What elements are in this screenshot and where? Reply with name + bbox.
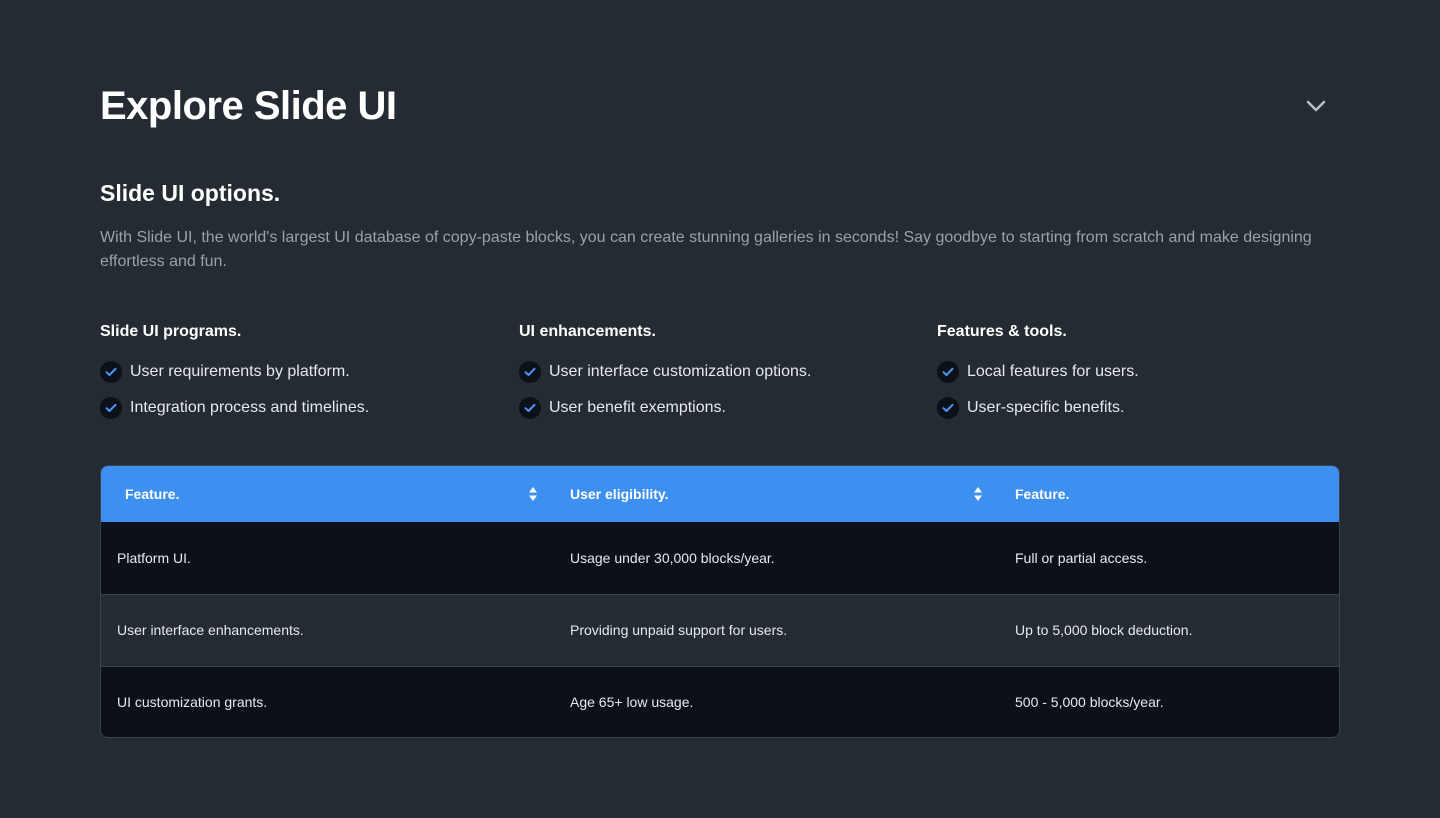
list-item: User interface customization options. — [519, 360, 919, 384]
column-header-label: User eligibility. — [570, 486, 669, 502]
page-title: Explore Slide UI — [100, 84, 397, 128]
table-row: UI customization grants. Age 65+ low usa… — [101, 665, 1339, 737]
table-body: Platform UI. Usage under 30,000 blocks/y… — [101, 522, 1339, 737]
column-header-user-eligibility[interactable]: User eligibility. — [554, 466, 999, 522]
list-item-label: User benefit exemptions. — [549, 399, 726, 416]
comparison-table: Feature. User eligibility. Feature. Plat — [100, 465, 1340, 738]
column-heading: Slide UI programs. — [100, 323, 242, 340]
list-item: Integration process and timelines. — [100, 396, 500, 420]
feature-columns: Slide UI programs. User requirements by … — [100, 320, 1340, 430]
table-header-row: Feature. User eligibility. Feature. — [101, 466, 1339, 522]
section-title: Slide UI options. — [100, 180, 281, 206]
column-header-feature-2[interactable]: Feature. — [999, 466, 1339, 522]
sort-icon[interactable] — [528, 486, 538, 502]
table-cell: Platform UI. — [117, 549, 191, 566]
sort-icon[interactable] — [973, 486, 983, 502]
table: Feature. User eligibility. Feature. Plat — [101, 466, 1339, 737]
check-icon — [937, 361, 959, 383]
list-item-label: User interface customization options. — [549, 363, 812, 380]
list-item-label: User requirements by platform. — [130, 363, 350, 380]
table-cell: Age 65+ low usage. — [554, 665, 999, 737]
column-heading: UI enhancements. — [519, 323, 656, 340]
check-icon — [100, 361, 122, 383]
table-cell: 500 - 5,000 blocks/year. — [999, 665, 1339, 737]
table-row: Platform UI. Usage under 30,000 blocks/y… — [101, 522, 1339, 594]
check-icon — [519, 397, 541, 419]
column-header-feature[interactable]: Feature. — [101, 466, 554, 522]
column-ui-enhancements: UI enhancements. User interface customiz… — [519, 320, 919, 432]
column-header-label: Feature. — [1015, 486, 1070, 502]
check-icon — [937, 397, 959, 419]
column-header-label: Feature. — [125, 486, 180, 502]
table-cell: Full or partial access. — [1015, 549, 1148, 566]
list-item: User benefit exemptions. — [519, 396, 919, 420]
collapse-toggle-button[interactable] — [1304, 94, 1328, 118]
list-item: User requirements by platform. — [100, 360, 500, 384]
table-cell: Usage under 30,000 blocks/year. — [570, 549, 775, 566]
table-row: User interface enhancements. Providing u… — [101, 593, 1339, 666]
list-item-label: Local features for users. — [967, 363, 1139, 380]
check-icon — [100, 397, 122, 419]
table-cell: User interface enhancements. — [101, 593, 554, 666]
column-slide-ui-programs: Slide UI programs. User requirements by … — [100, 320, 500, 432]
check-icon — [519, 361, 541, 383]
list-item: Local features for users. — [937, 360, 1337, 384]
section-header: Explore Slide UI — [100, 82, 1340, 132]
list-item-label: Integration process and timelines. — [130, 399, 370, 416]
list-item-label: User-specific benefits. — [967, 399, 1125, 416]
table-header: Feature. User eligibility. Feature. — [101, 466, 1339, 522]
table-cell: Providing unpaid support for users. — [554, 593, 999, 666]
column-features-tools: Features & tools. Local features for use… — [937, 320, 1337, 432]
column-heading: Features & tools. — [937, 323, 1067, 340]
section-description: With Slide UI, the world's largest UI da… — [100, 229, 1312, 270]
list-item: User-specific benefits. — [937, 396, 1337, 420]
table-cell: Up to 5,000 block deduction. — [999, 593, 1339, 666]
chevron-down-icon — [1306, 100, 1326, 112]
table-cell: UI customization grants. — [101, 665, 554, 737]
